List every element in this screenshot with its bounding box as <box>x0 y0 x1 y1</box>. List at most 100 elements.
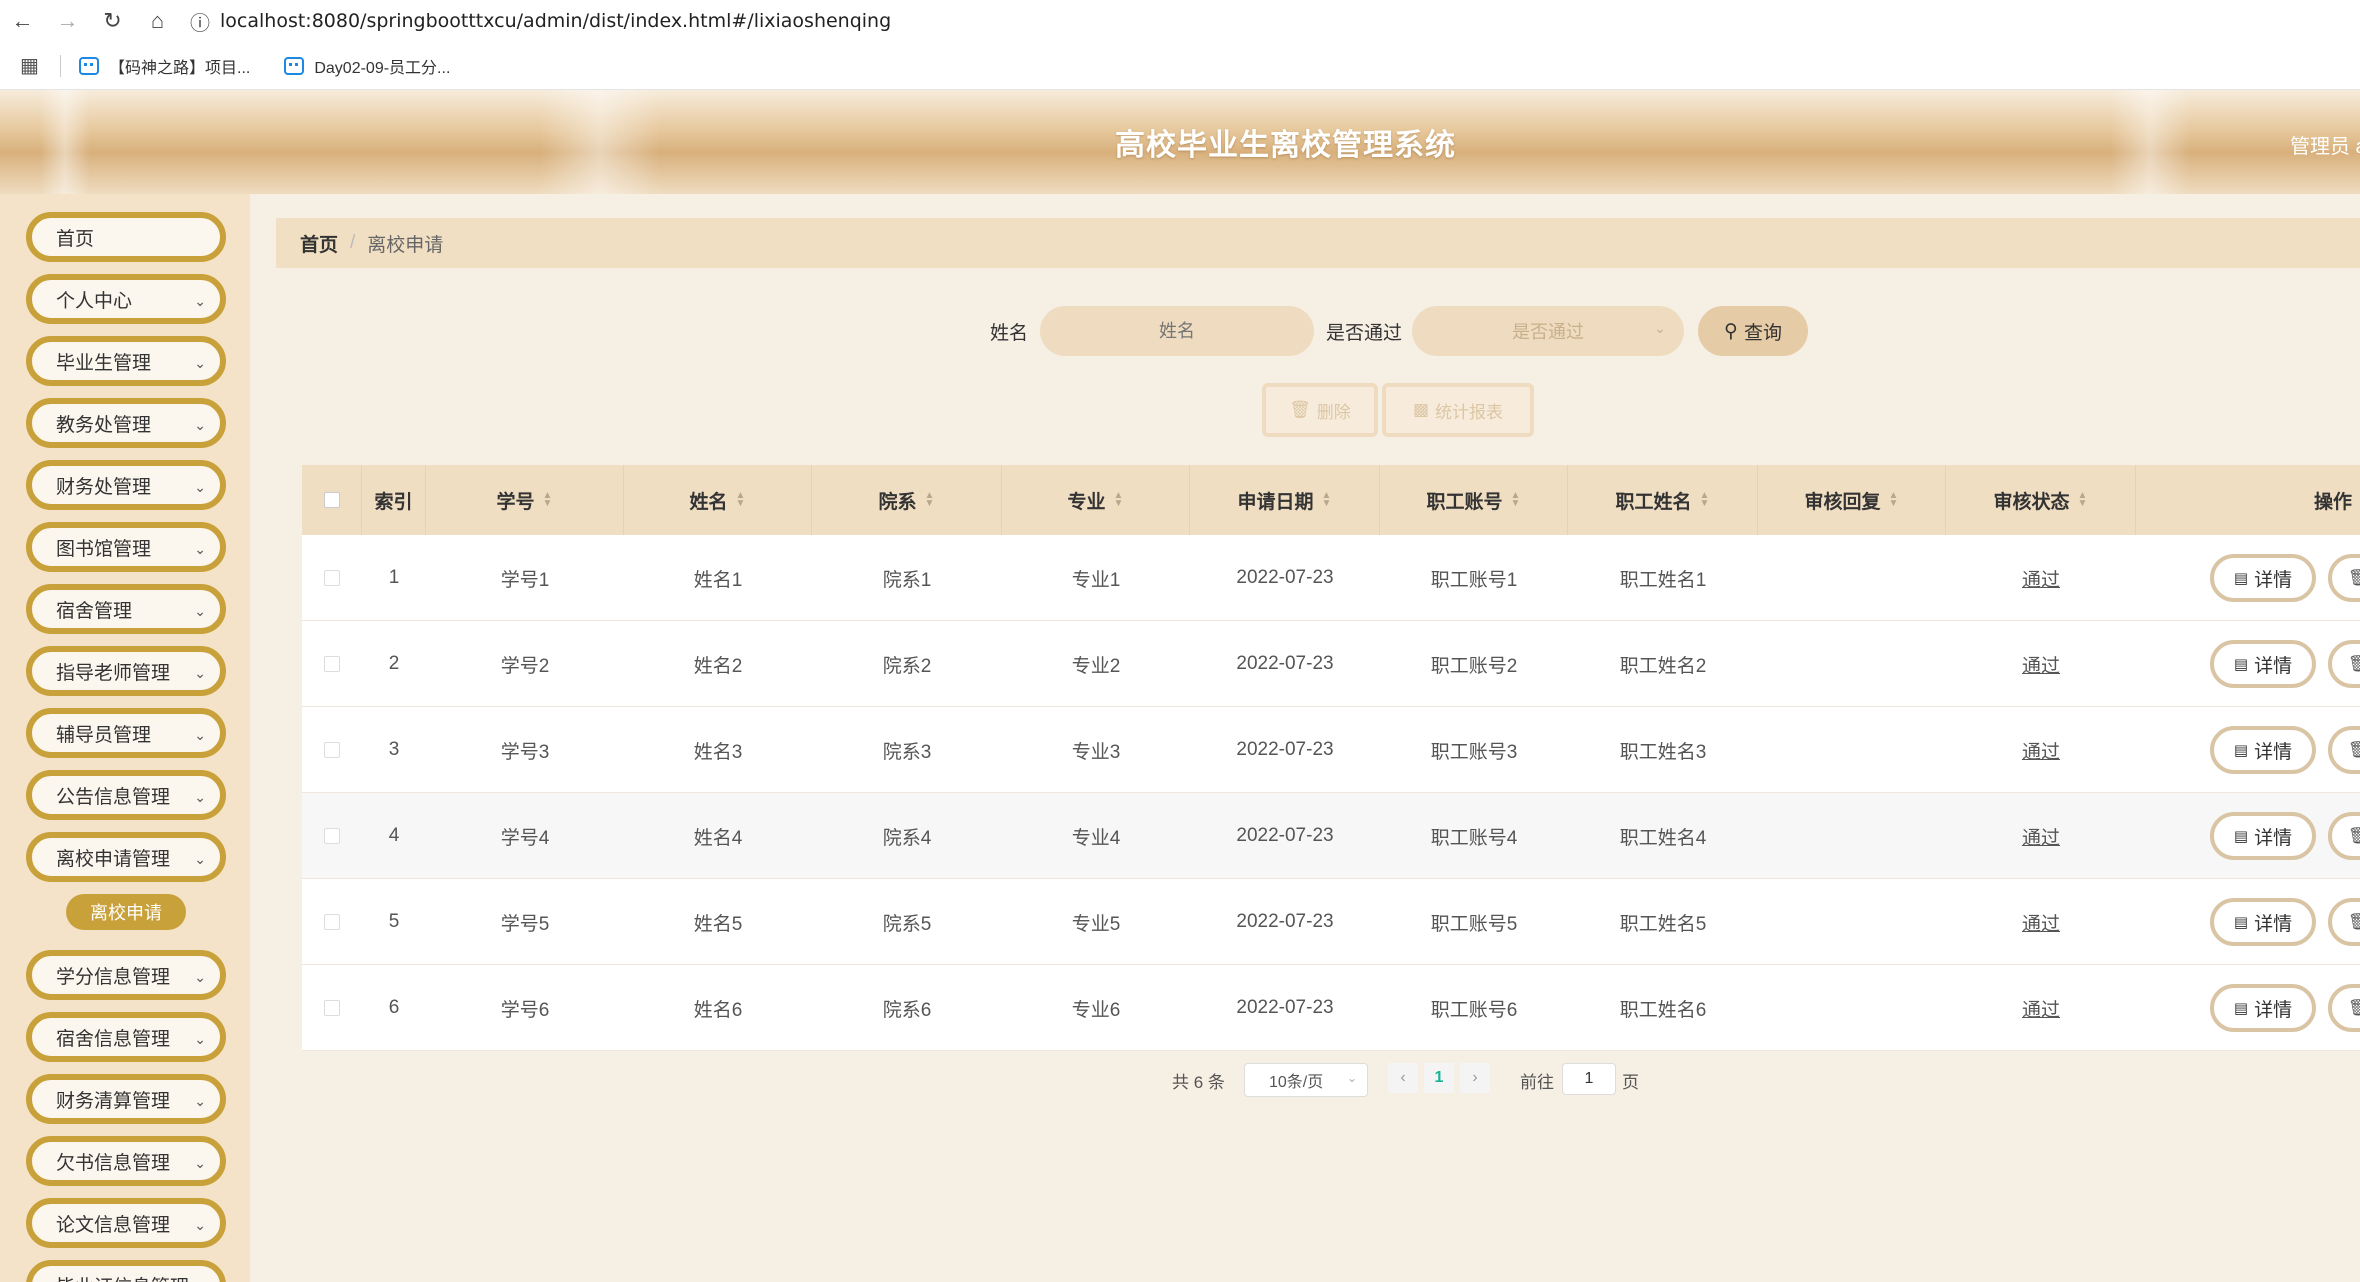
name-cell: 姓名5 <box>693 913 743 935</box>
column-header[interactable]: 职工姓名 ▲ ▼ <box>1568 465 1758 535</box>
column-header-label: 审核状态 <box>1993 491 2070 513</box>
breadcrumb-home[interactable]: 首页 <box>300 230 338 257</box>
row-delete-button[interactable]: 🗑 <box>2328 726 2360 774</box>
row-checkbox[interactable] <box>324 1000 340 1016</box>
detail-button[interactable]: ▤ 详情 <box>2210 726 2316 774</box>
document-icon: ▤ <box>2233 914 2249 931</box>
select-all-checkbox[interactable] <box>323 492 340 508</box>
sidebar-item-home[interactable]: 首页 <box>26 212 226 262</box>
status-cell[interactable]: 通过 <box>1946 965 2136 1051</box>
app-header: 高校毕业生离校管理系统 管理员 a <box>0 90 2360 194</box>
user-label[interactable]: 管理员 a <box>2290 130 2360 159</box>
apps-grid-icon[interactable]: ▦ <box>20 53 56 78</box>
status-cell[interactable]: 通过 <box>1946 707 2136 793</box>
column-header[interactable]: 职工账号 ▲ ▼ <box>1380 465 1568 535</box>
detail-button-label: 详情 <box>2254 569 2293 591</box>
sort-icon[interactable]: ▲ ▼ <box>1700 491 1710 509</box>
column-header[interactable]: 审核回复 ▲ ▼ <box>1758 465 1946 535</box>
index-cell: 1 <box>388 567 400 588</box>
stats-report-button[interactable]: ▩ 统计报表 <box>1382 383 1534 437</box>
sidebar-item-owed-books[interactable]: 欠书信息管理 ⌄ <box>26 1136 226 1186</box>
query-button[interactable]: ⚲ 查询 <box>1698 306 1808 356</box>
sidebar-item-announcements[interactable]: 公告信息管理 ⌄ <box>26 770 226 820</box>
sidebar-item-diploma[interactable]: 毕业证信息管理⌄ <box>26 1260 226 1282</box>
sidebar-item-leave-applications[interactable]: 离校申请管理 ⌄ <box>26 832 226 882</box>
name-search-input[interactable] <box>1040 306 1314 356</box>
column-header[interactable]: 审核状态 ▲ ▼ <box>1946 465 2136 535</box>
home-icon[interactable]: ⌂ <box>135 0 180 42</box>
row-select-cell <box>302 879 362 965</box>
column-header[interactable]: 申请日期 ▲ ▼ <box>1190 465 1380 535</box>
sidebar-item-graduates[interactable]: 毕业生管理 ⌄ <box>26 336 226 386</box>
column-header[interactable]: 姓名 ▲ ▼ <box>624 465 812 535</box>
page-number-current[interactable]: 1 <box>1424 1063 1454 1093</box>
detail-button[interactable]: ▤ 详情 <box>2210 898 2316 946</box>
reload-icon[interactable]: ↻ <box>90 0 135 42</box>
trash-icon: 🗑 <box>2348 1000 2360 1017</box>
goto-page-input[interactable] <box>1562 1063 1616 1095</box>
name-search-label: 姓名 <box>990 323 1029 344</box>
detail-button[interactable]: ▤ 详情 <box>2210 984 2316 1032</box>
next-page-icon[interactable]: › <box>1460 1063 1490 1093</box>
prev-page-icon[interactable]: ‹ <box>1388 1063 1418 1093</box>
staff-name-cell: 职工姓名2 <box>1619 655 1707 677</box>
chevron-down-icon: ⌄ <box>194 479 206 495</box>
column-header[interactable]: 院系 ▲ ▼ <box>812 465 1002 535</box>
column-header-label: 职工账号 <box>1426 491 1503 513</box>
url-text[interactable]: localhost:8080/springbootttxcu/admin/dis… <box>220 10 891 32</box>
sort-icon[interactable]: ▲ ▼ <box>1511 491 1521 509</box>
submenu-item-leave-application[interactable]: 离校申请 <box>66 894 186 930</box>
sidebar-item-counselors[interactable]: 辅导员管理 ⌄ <box>26 708 226 758</box>
sidebar-item-advisors[interactable]: 指导老师管理 ⌄ <box>26 646 226 696</box>
forward-icon[interactable]: → <box>45 0 90 42</box>
sidebar-item-dorm-info[interactable]: 宿舍信息管理 ⌄ <box>26 1012 226 1062</box>
row-delete-button[interactable]: 🗑 <box>2328 984 2360 1032</box>
sidebar-item-finance-clearance[interactable]: 财务清算管理 ⌄ <box>26 1074 226 1124</box>
sidebar-item-dormitory[interactable]: 宿舍管理 ⌄ <box>26 584 226 634</box>
sort-icon[interactable]: ▲ ▼ <box>1322 491 1332 509</box>
status-cell[interactable]: 通过 <box>1946 535 2136 621</box>
row-delete-button[interactable]: 🗑 <box>2328 640 2360 688</box>
column-header[interactable]: 学号 ▲ ▼ <box>426 465 624 535</box>
detail-button-label: 详情 <box>2254 827 2293 849</box>
sort-icon[interactable]: ▲ ▼ <box>925 491 935 509</box>
row-delete-button[interactable]: 🗑 <box>2328 554 2360 602</box>
sidebar-item-credits[interactable]: 学分信息管理 ⌄ <box>26 950 226 1000</box>
status-cell[interactable]: 通过 <box>1946 793 2136 879</box>
detail-button[interactable]: ▤ 详情 <box>2210 554 2316 602</box>
sidebar-item-academic-affairs[interactable]: 教务处管理 ⌄ <box>26 398 226 448</box>
row-delete-button[interactable]: 🗑 <box>2328 898 2360 946</box>
bookmark-item[interactable]: 【码神之路】项目... <box>79 54 250 78</box>
delete-button[interactable]: 🗑 删除 <box>1262 383 1378 437</box>
sort-icon[interactable]: ▲ ▼ <box>543 491 553 509</box>
detail-button[interactable]: ▤ 详情 <box>2210 812 2316 860</box>
sidebar-item-library[interactable]: 图书馆管理 ⌄ <box>26 522 226 572</box>
page-size-select[interactable]: 10条/页 ⌄ <box>1244 1063 1368 1097</box>
reply-cell <box>1758 707 1946 793</box>
column-header[interactable]: 专业 ▲ ▼ <box>1002 465 1190 535</box>
row-checkbox[interactable] <box>324 656 340 672</box>
row-checkbox[interactable] <box>324 570 340 586</box>
info-icon[interactable]: ⓘ <box>190 7 220 36</box>
sort-icon[interactable]: ▲ ▼ <box>736 491 746 509</box>
sort-icon[interactable]: ▲ ▼ <box>1114 491 1124 509</box>
sidebar-item-finance-office[interactable]: 财务处管理 ⌄ <box>26 460 226 510</box>
row-delete-button[interactable]: 🗑 <box>2328 812 2360 860</box>
sidebar-item-thesis[interactable]: 论文信息管理 ⌄ <box>26 1198 226 1248</box>
index-cell: 3 <box>388 739 400 760</box>
sidebar-item-personal-center[interactable]: 个人中心 ⌄ <box>26 274 226 324</box>
status-cell[interactable]: 通过 <box>1946 621 2136 707</box>
row-checkbox[interactable] <box>324 828 340 844</box>
pass-filter-select[interactable]: 是否通过 ⌄ <box>1412 306 1684 356</box>
back-icon[interactable]: ← <box>0 0 45 42</box>
row-checkbox[interactable] <box>324 914 340 930</box>
status-cell[interactable]: 通过 <box>1946 879 2136 965</box>
trash-icon: 🗑 <box>2348 570 2360 587</box>
row-checkbox[interactable] <box>324 742 340 758</box>
url-field[interactable]: ⓘ localhost:8080/springbootttxcu/admin/d… <box>190 5 891 37</box>
bookmark-item[interactable]: Day02-09-员工分... <box>284 54 450 78</box>
sort-icon[interactable]: ▲ ▼ <box>1889 491 1899 509</box>
detail-button[interactable]: ▤ 详情 <box>2210 640 2316 688</box>
name-cell: 姓名4 <box>693 827 743 849</box>
sort-icon[interactable]: ▲ ▼ <box>2078 491 2088 509</box>
